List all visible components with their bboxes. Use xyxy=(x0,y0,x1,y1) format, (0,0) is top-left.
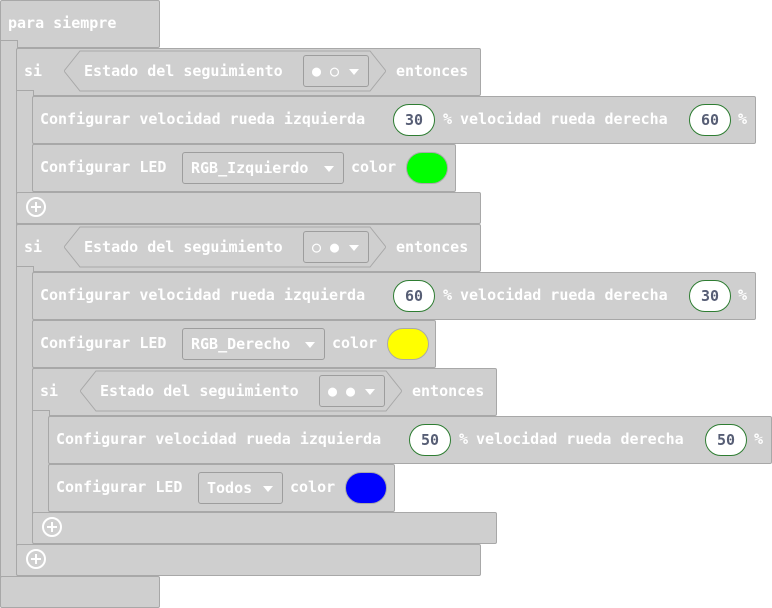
nested-led-label: Configurar LED xyxy=(56,478,183,496)
nested-right-label: velocidad rueda derecha xyxy=(476,430,684,448)
if2-led-target: RGB_Derecho xyxy=(191,335,291,353)
if1-block-footer[interactable] xyxy=(16,192,481,224)
nested-if-sensor-label: Estado del seguimiento xyxy=(100,382,299,400)
chevron-down-icon xyxy=(365,389,375,395)
if2-if-label: si xyxy=(24,238,43,256)
if1-pct1: % xyxy=(443,110,453,128)
if1-right-speed-input[interactable]: 60 xyxy=(689,104,731,136)
nested-if-then-label: entonces xyxy=(412,382,485,400)
if1-condition[interactable]: Estado del seguimiento ● ○ xyxy=(64,50,386,92)
if1-add-icon[interactable] xyxy=(26,197,46,217)
if1-right-label: velocidad rueda derecha xyxy=(460,110,668,128)
nested-if-block-footer[interactable] xyxy=(32,512,497,544)
if1-pct2: % xyxy=(738,110,748,128)
if2-led-dropdown[interactable]: RGB_Derecho xyxy=(182,328,325,360)
if1-color-swatch[interactable] xyxy=(406,152,448,184)
chevron-down-icon xyxy=(263,486,273,492)
nested-pct2: % xyxy=(754,430,764,448)
nested-left-speed-input[interactable]: 50 xyxy=(409,424,451,456)
if2-color-label: color xyxy=(332,334,378,352)
nested-if-sensor-dropdown[interactable]: ● ● xyxy=(319,375,385,407)
nested-if-condition[interactable]: Estado del seguimiento ● ● xyxy=(80,370,402,412)
nested-motor-label: Configurar velocidad rueda izquierda xyxy=(56,430,382,448)
if2-right-speed-input[interactable]: 30 xyxy=(689,280,731,312)
if1-left-speed-input[interactable]: 30 xyxy=(393,104,435,136)
chevron-down-icon xyxy=(349,245,359,251)
nested-color-swatch[interactable] xyxy=(345,472,387,504)
if2-right-label: velocidad rueda derecha xyxy=(460,286,668,304)
if2-sensor-value: ○ ● xyxy=(312,238,340,256)
if1-sensor-label: Estado del seguimiento xyxy=(84,62,283,80)
forever-block-footer[interactable] xyxy=(0,576,160,608)
if2-then-label: entonces xyxy=(396,238,469,256)
nested-led-dropdown[interactable]: Todos xyxy=(198,472,283,504)
if2-left-speed-input[interactable]: 60 xyxy=(393,280,435,312)
chevron-down-icon xyxy=(305,342,315,348)
nested-led-target: Todos xyxy=(207,479,253,497)
if2-block-footer[interactable] xyxy=(16,544,481,576)
if1-sensor-dropdown[interactable]: ● ○ xyxy=(303,55,369,87)
if2-sensor-label: Estado del seguimiento xyxy=(84,238,283,256)
chevron-down-icon xyxy=(349,69,359,75)
if2-sensor-dropdown[interactable]: ○ ● xyxy=(303,231,369,263)
if2-condition[interactable]: Estado del seguimiento ○ ● xyxy=(64,226,386,268)
nested-right-speed-input[interactable]: 50 xyxy=(705,424,747,456)
if1-led-label: Configurar LED xyxy=(40,158,167,176)
if1-led-dropdown[interactable]: RGB_Izquierdo xyxy=(182,152,344,184)
if2-pct1: % xyxy=(443,286,453,304)
if2-add-icon[interactable] xyxy=(26,549,46,569)
if2-color-swatch[interactable] xyxy=(387,328,429,360)
if1-sensor-value: ● ○ xyxy=(312,62,340,80)
if1-led-target: RGB_Izquierdo xyxy=(191,159,309,177)
chevron-down-icon xyxy=(324,166,334,172)
nested-pct1: % xyxy=(459,430,469,448)
if2-led-label: Configurar LED xyxy=(40,334,167,352)
forever-label: para siempre xyxy=(8,14,117,32)
nested-color-label: color xyxy=(290,478,336,496)
nested-if-label: si xyxy=(40,382,59,400)
if1-color-label: color xyxy=(351,158,397,176)
if2-motor-label: Configurar velocidad rueda izquierda xyxy=(40,286,366,304)
if1-then-label: entonces xyxy=(396,62,469,80)
if1-motor-label: Configurar velocidad rueda izquierda xyxy=(40,110,366,128)
nested-if-sensor-value: ● ● xyxy=(328,382,356,400)
if1-if-label: si xyxy=(24,62,43,80)
nested-if-add-icon[interactable] xyxy=(42,517,62,537)
if2-pct2: % xyxy=(738,286,748,304)
